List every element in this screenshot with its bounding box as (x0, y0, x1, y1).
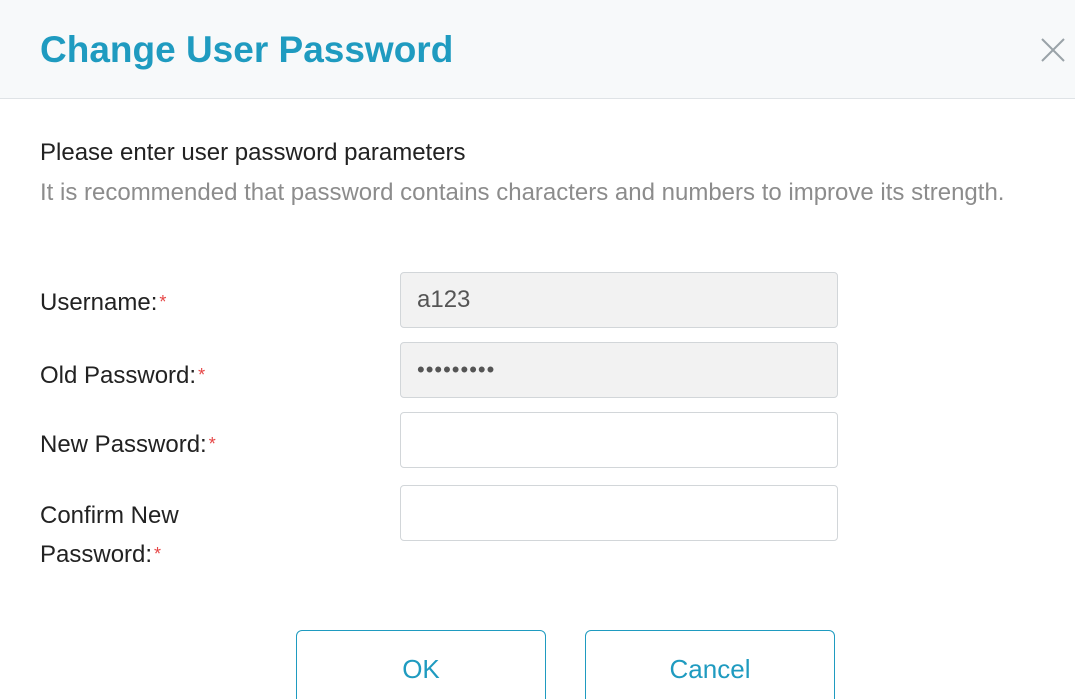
confirm-password-label-line2: Password: (40, 541, 153, 568)
required-mark: * (154, 544, 162, 564)
new-password-label: New Password: * (40, 425, 216, 464)
confirm-password-label: Confirm New Password: * (40, 497, 179, 574)
username-field[interactable] (400, 272, 838, 328)
old-password-field[interactable] (400, 342, 838, 398)
username-label-text: Username: (40, 289, 158, 316)
intro-hint: It is recommended that password contains… (40, 179, 1005, 206)
confirm-password-field[interactable] (400, 485, 838, 541)
close-icon[interactable] (1037, 34, 1069, 66)
required-mark: * (208, 434, 216, 454)
confirm-password-label-line1: Confirm New (40, 502, 179, 529)
old-password-label: Old Password: * (40, 356, 205, 395)
ok-button[interactable]: OK (296, 630, 546, 699)
intro-title: Please enter user password parameters (40, 139, 466, 166)
change-password-dialog: Change User Password Please enter user p… (0, 0, 1075, 699)
dialog-header: Change User Password (0, 0, 1075, 99)
new-password-label-text: New Password: (40, 431, 207, 458)
dialog-title: Change User Password (40, 29, 454, 70)
intro-text: Please enter user password parameters It… (40, 137, 1020, 213)
username-label: Username: * (40, 283, 166, 322)
cancel-button[interactable]: Cancel (585, 630, 835, 699)
required-mark: * (198, 365, 206, 385)
old-password-label-text: Old Password: (40, 362, 197, 389)
new-password-field[interactable] (400, 412, 838, 468)
required-mark: * (159, 292, 167, 312)
